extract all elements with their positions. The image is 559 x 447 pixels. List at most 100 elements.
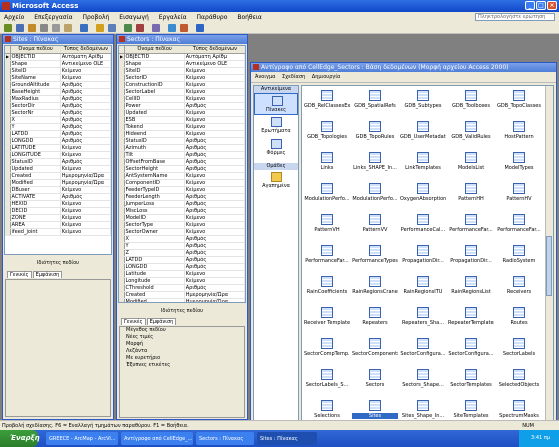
field-name-cell[interactable]: SiteID: [10, 67, 61, 75]
field-name-cell[interactable]: FeederLength: [124, 193, 185, 201]
data-type-cell[interactable]: Κείμενο: [184, 74, 245, 82]
field-name-cell[interactable]: FeederTypeID: [124, 186, 185, 194]
field-name-cell[interactable]: Shape: [10, 60, 61, 68]
data-type-cell[interactable]: Αριθμός: [184, 207, 245, 215]
delete-rows-icon[interactable]: [136, 24, 144, 32]
tab-general[interactable]: Γενικές: [7, 271, 32, 278]
data-type-cell[interactable]: Αριθμός: [184, 158, 245, 166]
field-name-cell[interactable]: ESB: [124, 116, 185, 124]
field-row[interactable]: X Αριθμός: [119, 235, 245, 243]
table-item[interactable]: GDB_Topologies: [304, 121, 350, 155]
field-name-cell[interactable]: MiscLoss: [124, 207, 185, 215]
properties-icon[interactable]: [152, 24, 160, 32]
field-name-cell[interactable]: Hideend: [124, 130, 185, 138]
property-field-size[interactable]: Μέγεθος πεδίου: [120, 327, 244, 334]
close-button[interactable]: ×: [547, 1, 557, 10]
table-item[interactable]: PatternHV: [496, 183, 542, 217]
table-item[interactable]: Sectors: [352, 369, 398, 403]
field-name-cell[interactable]: Y: [124, 242, 185, 250]
groups-item-favorites[interactable]: Αγαπημένα: [254, 170, 298, 192]
table-item[interactable]: RainRegionsITU: [400, 276, 446, 310]
data-type-cell[interactable]: Κείμενο: [60, 74, 111, 82]
field-name-cell[interactable]: OffsetFromBase: [124, 158, 185, 166]
data-type-cell[interactable]: Αριθμός: [60, 81, 111, 89]
field-row[interactable]: SectorHeight Αριθμός: [119, 165, 245, 173]
field-name-cell[interactable]: Modified: [10, 179, 61, 187]
vertical-scrollbar[interactable]: [545, 86, 553, 434]
data-type-cell[interactable]: Κείμενο: [184, 221, 245, 229]
table-item[interactable]: SectorCompTemp...: [304, 338, 350, 372]
table-item[interactable]: PropagationDir...: [448, 245, 494, 279]
data-type-cell[interactable]: Αριθμός: [184, 137, 245, 145]
data-type-cell[interactable]: Αριθμός: [184, 263, 245, 271]
field-row[interactable]: Tokend Κείμενο: [119, 123, 245, 131]
data-type-cell[interactable]: Κείμενο: [184, 116, 245, 124]
data-type-cell[interactable]: Ημερομηνία/Ώρα: [60, 172, 111, 180]
view-icon[interactable]: [4, 24, 12, 32]
field-row[interactable]: BaseHeight Αριθμός: [5, 88, 111, 96]
data-type-cell[interactable]: Κείμενο: [184, 179, 245, 187]
field-name-cell[interactable]: AntSystemName: [124, 172, 185, 180]
field-row[interactable]: SiteID Κείμενο: [5, 67, 111, 75]
menu-insert[interactable]: Εισαγωγή: [119, 14, 149, 21]
field-row[interactable]: DBuser Κείμενο: [5, 186, 111, 194]
field-name-cell[interactable]: ZONE: [10, 214, 61, 222]
field-name-cell[interactable]: ConstructionID: [124, 81, 185, 89]
field-name-cell[interactable]: LATDD: [10, 130, 61, 138]
field-row[interactable]: MaxRadius Αριθμός: [5, 95, 111, 103]
field-row[interactable]: AntSystemName Κείμενο: [119, 172, 245, 180]
data-type-cell[interactable]: Κείμενο: [60, 186, 111, 194]
field-name-cell[interactable]: ComponentID: [124, 179, 185, 187]
table-item[interactable]: Links: [304, 152, 350, 186]
field-name-cell[interactable]: Y: [10, 123, 61, 131]
data-type-cell[interactable]: Κείμενο: [60, 207, 111, 215]
data-type-cell[interactable]: Κείμενο: [184, 172, 245, 180]
table-item[interactable]: Links_SHAPE_In...: [352, 152, 398, 186]
data-type-cell[interactable]: Κείμενο: [60, 165, 111, 173]
field-row[interactable]: LONGDD Αριθμός: [5, 137, 111, 145]
data-type-cell[interactable]: Κείμενο: [60, 200, 111, 208]
field-name-cell[interactable]: Created: [10, 172, 61, 180]
open-button[interactable]: Άνοιγμα: [255, 74, 275, 80]
field-name-cell[interactable]: HEXID: [10, 200, 61, 208]
field-row[interactable]: ModelID Κείμενο: [119, 214, 245, 222]
field-row[interactable]: X Αριθμός: [5, 116, 111, 124]
data-type-cell[interactable]: Αριθμός: [184, 200, 245, 208]
menu-window[interactable]: Παράθυρο: [197, 14, 228, 21]
table-item[interactable]: RainRegionsCrane: [352, 276, 398, 310]
table-item[interactable]: Repeaters: [352, 307, 398, 341]
field-row[interactable]: CellID Κείμενο: [119, 95, 245, 103]
paste-icon[interactable]: [64, 24, 72, 32]
tab-lookup[interactable]: Εμφάνιση: [32, 271, 63, 278]
column-header-field-name[interactable]: Όνομα πεδίου: [124, 46, 185, 54]
column-header-data-type[interactable]: Τύπος δεδομένων: [60, 46, 111, 54]
field-name-cell[interactable]: LATDD: [124, 256, 185, 264]
table-item[interactable]: SectorTemplates: [448, 369, 494, 403]
field-row[interactable]: ▶ OBJECTID Αυτόματη Αρίθμ: [119, 53, 245, 61]
field-row[interactable]: JumperLoss Αριθμός: [119, 200, 245, 208]
table-item[interactable]: ModelTypes: [496, 152, 542, 186]
objects-item-tables[interactable]: Πίνακες: [254, 93, 298, 115]
field-name-cell[interactable]: Longitude: [124, 277, 185, 285]
data-type-cell[interactable]: Αριθμός: [184, 165, 245, 173]
field-row[interactable]: ACTIVATE Αριθμός: [5, 193, 111, 201]
field-row[interactable]: Azimuth Αριθμός: [119, 144, 245, 152]
data-type-cell[interactable]: Αριθμός: [60, 109, 111, 117]
data-type-cell[interactable]: Ημερομηνία/Ώρα: [184, 298, 245, 302]
table-item[interactable]: Receiver Templates: [304, 307, 350, 341]
table-item[interactable]: RepeaterTemplates: [448, 307, 494, 341]
field-row[interactable]: Y Αριθμός: [5, 123, 111, 131]
data-type-cell[interactable]: Ημερομηνία/Ώρα: [60, 179, 111, 187]
data-type-cell[interactable]: Αριθμός: [60, 102, 111, 110]
field-row[interactable]: SectorOwner Κείμενο: [119, 228, 245, 236]
field-row[interactable]: Modified Ημερομηνία/Ώρα: [5, 179, 111, 187]
table-item[interactable]: GDB_Subtypes: [400, 90, 446, 124]
field-name-cell[interactable]: ACTIVATE: [10, 193, 61, 201]
scrollbar-thumb[interactable]: [546, 236, 552, 296]
field-name-cell[interactable]: OBJECTID: [10, 53, 61, 61]
field-name-cell[interactable]: Shape: [124, 60, 185, 68]
field-row[interactable]: SectorLabel Κείμενο: [119, 88, 245, 96]
maximize-button[interactable]: □: [536, 1, 546, 10]
field-name-cell[interactable]: SectorNr: [10, 109, 61, 117]
table-item[interactable]: SectorLabels_S...: [304, 369, 350, 403]
